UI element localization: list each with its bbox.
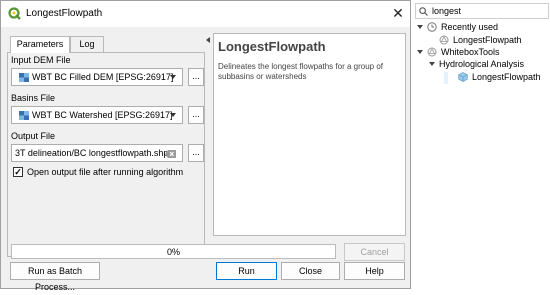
tool-icon (439, 35, 449, 45)
run-button[interactable]: Run (216, 262, 277, 280)
tree-item-label: Hydrological Analysis (439, 59, 525, 69)
basins-browse-button[interactable]: ... (188, 106, 204, 124)
collapse-arrow-icon[interactable] (206, 37, 210, 43)
input-dem-value: WBT BC Filled DEM [EPSG:26917] (32, 72, 174, 82)
output-file-browse-button[interactable]: ... (188, 144, 204, 162)
parameters-panel: Parameters Log Input DEM File WBT BC Fil… (7, 32, 205, 257)
basins-label: Basins File (11, 93, 56, 103)
basins-select[interactable]: WBT BC Watershed [EPSG:26917] (11, 106, 183, 124)
progress-text: 0% (166, 247, 180, 257)
input-dem-select[interactable]: WBT BC Filled DEM [EPSG:26917] (11, 68, 183, 86)
tree-item-label: Recently used (441, 22, 499, 32)
open-output-checkbox[interactable]: ✓ (13, 167, 23, 177)
run-batch-button[interactable]: Run as Batch Process... (10, 262, 100, 292)
output-file-label: Output File (11, 131, 56, 141)
help-panel: LongestFlowpath Delineates the longest f… (213, 33, 406, 236)
input-dem-label: Input DEM File (11, 55, 71, 65)
help-title: LongestFlowpath (218, 39, 326, 54)
close-window-button[interactable]: ✕ (389, 4, 407, 22)
toolbox-search-value: longest (432, 6, 462, 16)
clock-icon (427, 22, 437, 32)
tree-item-label: LongestFlowpath (453, 35, 522, 45)
output-file-value: 3T delineation/BC longestflowpath.shp (15, 148, 169, 158)
search-icon (419, 7, 428, 16)
parameters-pane: Input DEM File WBT BC Filled DEM [EPSG:2… (7, 52, 205, 257)
raster-layer-icon (19, 73, 29, 82)
help-description: Delineates the longest flowpaths for a g… (218, 62, 383, 81)
chevron-down-icon[interactable] (417, 25, 423, 29)
tree-item-longestflowpath-selected[interactable]: LongestFlowpath (444, 72, 541, 84)
tab-log[interactable]: Log (70, 36, 104, 52)
tab-parameters[interactable]: Parameters (10, 36, 70, 53)
tool-icon (458, 72, 468, 82)
chevron-down-icon (170, 75, 176, 79)
chevron-down-icon (170, 113, 176, 117)
tree-item-label: WhiteboxTools (441, 47, 500, 57)
clear-icon[interactable] (165, 150, 176, 158)
algorithm-dialog: LongestFlowpath ✕ Parameters Log Input D… (0, 0, 411, 292)
dialog-titlebar: LongestFlowpath ✕ (1, 1, 410, 27)
help-button[interactable]: Help (344, 262, 405, 280)
toolbox-search-input[interactable]: longest (415, 3, 549, 19)
chevron-down-icon[interactable] (429, 62, 435, 66)
input-dem-browse-button[interactable]: ... (188, 68, 204, 86)
progress-bar: 0% (11, 244, 336, 259)
output-file-input[interactable]: 3T delineation/BC longestflowpath.shp (11, 144, 183, 162)
dialog-title: LongestFlowpath (26, 8, 103, 19)
raster-layer-icon (19, 111, 29, 120)
processing-toolbox: longest Recently used LongestFlowpath Wh… (412, 0, 550, 289)
provider-icon (427, 47, 437, 57)
chevron-down-icon[interactable] (417, 50, 423, 54)
qgis-logo-icon (8, 7, 21, 20)
basins-value: WBT BC Watershed [EPSG:26917] (32, 110, 173, 120)
tree-item-label: LongestFlowpath (472, 72, 541, 82)
cancel-button[interactable]: Cancel (344, 243, 405, 261)
open-output-label: Open output file after running algorithm (27, 167, 184, 177)
close-button[interactable]: Close (281, 262, 340, 280)
